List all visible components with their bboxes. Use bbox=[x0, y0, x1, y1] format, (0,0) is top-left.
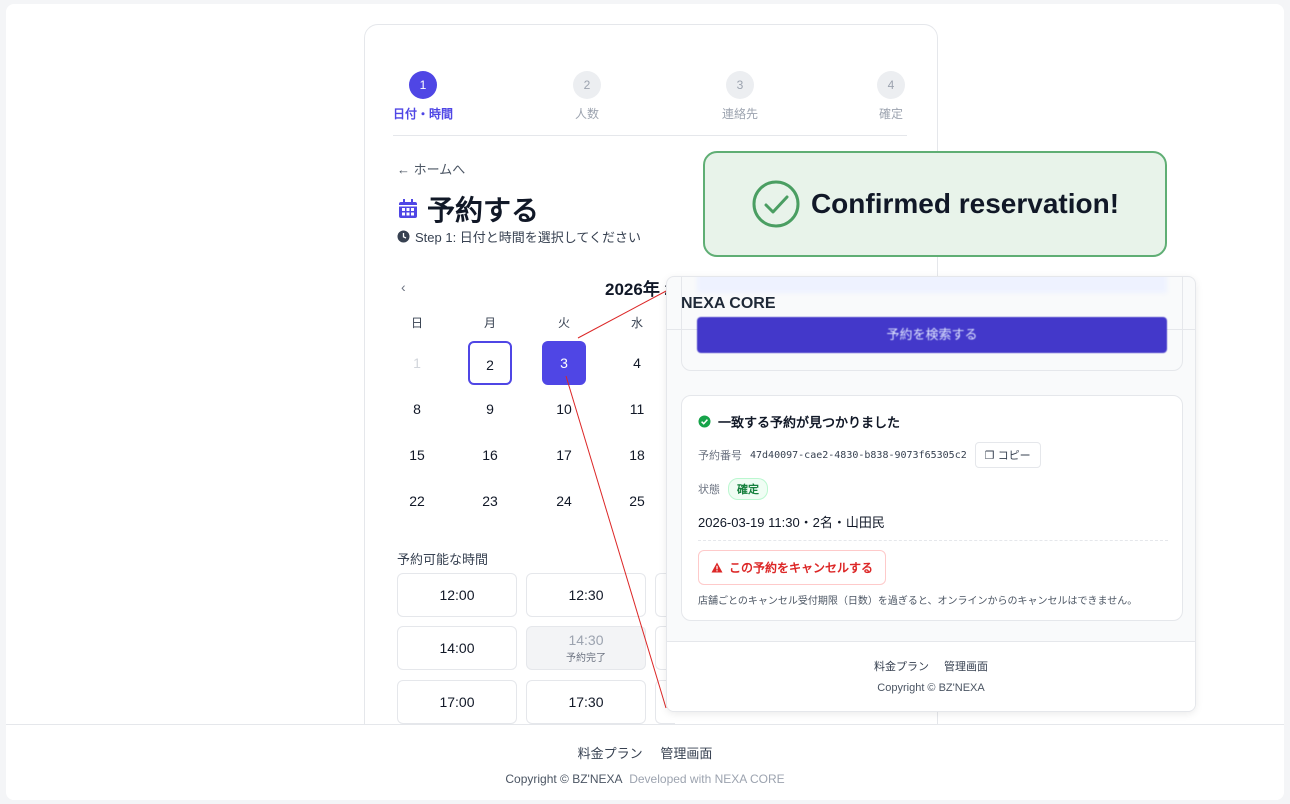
time-slot[interactable]: 12:00 bbox=[397, 573, 517, 617]
time-slot-time: 12:00 bbox=[439, 587, 475, 603]
calendar-day[interactable]: 1 bbox=[395, 341, 439, 385]
time-slot[interactable]: 17:30 bbox=[526, 680, 646, 724]
weekday-header: 日 bbox=[410, 316, 423, 330]
weekday-header: 火 bbox=[557, 316, 570, 330]
calendar-month-label: 2026年 2 bbox=[605, 280, 674, 299]
time-slot-time: 14:30 bbox=[568, 632, 604, 648]
calendar-day[interactable]: 17 bbox=[542, 433, 586, 477]
result-divider bbox=[698, 540, 1168, 541]
title-text: 予約する bbox=[427, 195, 540, 226]
calendar-day[interactable]: 24 bbox=[542, 479, 586, 523]
status-label: 状態 bbox=[698, 484, 720, 496]
result-title: 一致する予約が見つかりました bbox=[718, 415, 901, 430]
time-slot-time: 14:00 bbox=[439, 640, 475, 656]
subtitle-text: Step 1: 日付と時間を選択してください bbox=[415, 230, 642, 245]
step-confirm[interactable]: 4 確定 bbox=[851, 71, 931, 122]
brand-logo: NEXA CORE bbox=[681, 295, 776, 312]
step-subtitle: Step 1: 日付と時間を選択してください bbox=[397, 227, 641, 246]
cancel-reservation-button[interactable]: この予約をキャンセルする bbox=[698, 550, 887, 585]
stepper: 1 日付・時間 2 人数 3 連絡先 4 確定 bbox=[393, 71, 907, 136]
booking-number-row: 予約番号 47d40097-cae2-4830-b838-9073f65305c… bbox=[698, 442, 1041, 468]
step-label: 連絡先 bbox=[721, 107, 758, 121]
result-heading: 一致する予約が見つかりました bbox=[698, 412, 900, 431]
booking-number-value: 47d40097-cae2-4830-b838-9073f65305c2 bbox=[750, 449, 967, 461]
search-reservation-button[interactable]: 予約を検索する bbox=[697, 317, 1167, 353]
time-slot-time: 17:30 bbox=[568, 694, 604, 710]
step-label: 日付・時間 bbox=[392, 107, 453, 121]
reservation-result-card: 一致する予約が見つかりました 予約番号 47d40097-cae2-4830-b… bbox=[681, 395, 1183, 621]
step-contact[interactable]: 3 連絡先 bbox=[700, 71, 780, 122]
time-slot-time: 12:30 bbox=[568, 587, 604, 603]
back-home-link[interactable]: ← ホームへ bbox=[397, 159, 465, 178]
inset-footer: 料金プラン 管理画面 Copyright © BZ'NEXA bbox=[667, 641, 1195, 711]
cancel-label: この予約をキャンセルする bbox=[729, 561, 874, 575]
calendar-day[interactable]: 10 bbox=[542, 387, 586, 431]
time-slot-note: 予約完了 bbox=[566, 653, 606, 664]
status-badge: 確定 bbox=[728, 478, 768, 500]
check-circle-icon bbox=[752, 180, 800, 228]
page-title: 予約する bbox=[397, 189, 539, 229]
step-number: 4 bbox=[877, 71, 905, 99]
calendar-day[interactable]: 2 bbox=[468, 341, 512, 385]
footer-copyright: Copyright © BZ'NEXA bbox=[505, 772, 622, 786]
calendar-day[interactable]: 22 bbox=[395, 479, 439, 523]
calendar-day[interactable]: 9 bbox=[468, 387, 512, 431]
booking-number-label: 予約番号 bbox=[698, 450, 742, 462]
reservation-detail: 2026-03-19 11:30・2名・山田民 bbox=[698, 515, 885, 530]
inset-footer-admin-link[interactable]: 管理画面 bbox=[944, 661, 988, 673]
time-slot-time: 17:00 bbox=[439, 694, 475, 710]
zoomed-inset-panel: NEXA CORE 予約を検索する 一致する予約が見つかりました 予約番号 47… bbox=[666, 276, 1196, 712]
weekday-header: 月 bbox=[483, 316, 496, 330]
weekday-header: 水 bbox=[630, 316, 643, 330]
inset-footer-copyright: Copyright © BZ'NEXA bbox=[877, 682, 985, 694]
footer-pricing-link[interactable]: 料金プラン bbox=[578, 746, 643, 761]
step-number: 1 bbox=[409, 71, 437, 99]
calendar-day[interactable]: 15 bbox=[395, 433, 439, 477]
available-times-title: 予約可能な時間 bbox=[397, 552, 489, 567]
toast-message: Confirmed reservation! bbox=[810, 188, 1120, 219]
copy-icon: ❐ bbox=[984, 450, 995, 462]
page-footer: 料金プラン 管理画面 Copyright © BZ'NEXA Developed… bbox=[6, 724, 1284, 800]
time-slot-booked: 14:30 予約完了 bbox=[526, 626, 646, 670]
calendar-day[interactable]: 25 bbox=[615, 479, 659, 523]
arrow-left-icon: ← bbox=[397, 162, 410, 177]
calendar-day[interactable]: 18 bbox=[615, 433, 659, 477]
step-label: 確定 bbox=[878, 107, 903, 121]
step-label: 人数 bbox=[574, 107, 599, 121]
calendar-day[interactable]: 11 bbox=[615, 387, 659, 431]
step-number: 3 bbox=[726, 71, 754, 99]
step-party-size[interactable]: 2 人数 bbox=[547, 71, 627, 122]
clock-icon bbox=[397, 230, 410, 243]
calendar-day[interactable]: 23 bbox=[468, 479, 512, 523]
success-toast: Confirmed reservation! bbox=[703, 151, 1167, 257]
calendar-icon bbox=[399, 199, 417, 218]
calendar-day[interactable]: 8 bbox=[395, 387, 439, 431]
step-number: 2 bbox=[573, 71, 601, 99]
inset-footer-pricing-link[interactable]: 料金プラン bbox=[874, 661, 929, 673]
time-slot[interactable]: 14:00 bbox=[397, 626, 517, 670]
time-slot[interactable]: 12:30 bbox=[526, 573, 646, 617]
copy-button[interactable]: ❐ コピー bbox=[974, 442, 1041, 468]
cancel-policy-note: 店舗ごとのキャンセル受付期限（日数）を過ぎると、オンラインからのキャンセルはでき… bbox=[698, 596, 1138, 607]
footer-admin-link[interactable]: 管理画面 bbox=[660, 746, 712, 761]
warning-icon bbox=[711, 562, 723, 573]
footer-developed: Developed with NEXA CORE bbox=[629, 772, 785, 786]
calendar-day[interactable]: 16 bbox=[468, 433, 512, 477]
status-row: 状態 確定 bbox=[698, 478, 768, 500]
time-slot[interactable]: 17:00 bbox=[397, 680, 517, 724]
copy-label: コピー bbox=[997, 450, 1031, 462]
search-field-blurred[interactable] bbox=[697, 277, 1167, 293]
step-date-time[interactable]: 1 日付・時間 bbox=[383, 71, 463, 122]
check-circle-icon bbox=[698, 415, 711, 428]
back-home-label: ホームへ bbox=[413, 162, 466, 177]
calendar-day-selected[interactable]: 3 bbox=[542, 341, 586, 385]
prev-month-button[interactable]: ‹ bbox=[401, 279, 406, 295]
calendar-day[interactable]: 4 bbox=[615, 341, 659, 385]
